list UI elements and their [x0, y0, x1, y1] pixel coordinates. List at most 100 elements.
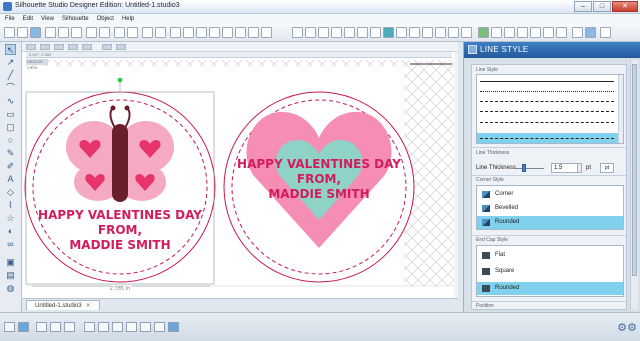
- menu-silhouette[interactable]: Silhouette: [62, 14, 89, 24]
- duplicate-icon[interactable]: [18, 322, 29, 332]
- line-style-dash-dot[interactable]: [480, 122, 614, 123]
- line-style-active-icon[interactable]: [383, 27, 394, 38]
- fill-tool-icon[interactable]: ◐: [5, 226, 16, 237]
- register-icon[interactable]: [517, 27, 528, 38]
- line-style-dashed-wide[interactable]: [480, 138, 614, 139]
- fill-color-icon[interactable]: [318, 27, 329, 38]
- page-setup-icon[interactable]: [292, 27, 303, 38]
- cut-icon[interactable]: [45, 27, 56, 38]
- tab-close-icon[interactable]: ✕: [86, 303, 91, 309]
- rectangle-tool-icon[interactable]: ▭: [5, 109, 16, 120]
- preferences-gear-icon[interactable]: ⚙: [627, 321, 637, 334]
- corner-option-corner[interactable]: Corner: [477, 188, 623, 201]
- deselect-icon[interactable]: [155, 27, 166, 38]
- menu-help[interactable]: Help: [122, 14, 134, 24]
- line-thickness-input[interactable]: 1.5: [551, 163, 579, 173]
- select-tool-icon[interactable]: ↖: [5, 44, 16, 55]
- shape-tool-icon[interactable]: ☆: [5, 213, 16, 224]
- settings-gear-icon[interactable]: ⚙: [617, 321, 627, 334]
- line-thickness-spinner-icon[interactable]: [577, 163, 582, 173]
- end-cap-option-square[interactable]: Square: [477, 265, 623, 278]
- trace-icon[interactable]: [461, 27, 472, 38]
- polygon-tool-icon[interactable]: ⌒: [5, 83, 16, 94]
- replicate-icon[interactable]: [409, 27, 420, 38]
- panel-scroll-thumb[interactable]: [632, 64, 637, 276]
- text-tool-icon[interactable]: A: [5, 174, 16, 185]
- zoom-in-icon[interactable]: [170, 27, 181, 38]
- transform-icon[interactable]: [422, 27, 433, 38]
- help-toolbar-icon[interactable]: [600, 27, 611, 38]
- select-all-icon[interactable]: [142, 27, 153, 38]
- paste-icon[interactable]: [71, 27, 82, 38]
- line-style-solid[interactable]: [480, 81, 614, 82]
- group-icon[interactable]: [114, 27, 125, 38]
- move-icon[interactable]: [50, 322, 61, 332]
- line-style-dashed-long[interactable]: [480, 111, 614, 112]
- maximize-button[interactable]: □: [593, 1, 611, 12]
- quick-tool-6[interactable]: [102, 44, 112, 50]
- select-object-icon[interactable]: [4, 322, 15, 332]
- line-thickness-slider-handle[interactable]: [522, 164, 526, 172]
- align-center-icon[interactable]: [98, 322, 109, 332]
- line-style-icon[interactable]: [370, 27, 381, 38]
- line-tool-icon[interactable]: ╱: [5, 70, 16, 81]
- ellipse-tool-icon[interactable]: ○: [5, 135, 16, 146]
- quick-tool-1[interactable]: [26, 44, 36, 50]
- menu-view[interactable]: View: [41, 14, 54, 24]
- align-top-icon[interactable]: [126, 322, 137, 332]
- end-cap-option-rounded[interactable]: Rounded: [477, 282, 623, 295]
- zoom-page-icon[interactable]: [235, 27, 246, 38]
- line-style-dotted[interactable]: [480, 91, 614, 92]
- knife-tool-icon[interactable]: ⌇: [5, 200, 16, 211]
- canvas-vertical-scrollbar[interactable]: [454, 52, 458, 298]
- print-icon[interactable]: [543, 27, 554, 38]
- grid-icon[interactable]: [305, 27, 316, 38]
- close-button[interactable]: ✕: [612, 1, 638, 12]
- quick-tool-3[interactable]: [54, 44, 64, 50]
- copy-icon[interactable]: [58, 27, 69, 38]
- cut-settings-icon[interactable]: [504, 27, 515, 38]
- zoom-select-icon[interactable]: [196, 27, 207, 38]
- rounded-rect-icon[interactable]: ▢: [5, 122, 16, 133]
- design-canvas[interactable]: HAPPY VALENTINES DAY FROM, MADDIE SMITH …: [22, 52, 458, 298]
- gradient-icon[interactable]: [331, 27, 342, 38]
- unit-toggle-button[interactable]: pt: [600, 163, 614, 173]
- smooth-freehand-icon[interactable]: ✐: [5, 161, 16, 172]
- curve-tool-icon[interactable]: ∿: [5, 96, 16, 107]
- freehand-tool-icon[interactable]: ✎: [5, 148, 16, 159]
- eraser-tool-icon[interactable]: ◇: [5, 187, 16, 198]
- quick-tool-4[interactable]: [68, 44, 78, 50]
- end-cap-option-flat[interactable]: Flat: [477, 249, 623, 262]
- ungroup-icon[interactable]: [127, 27, 138, 38]
- store-icon[interactable]: [491, 27, 502, 38]
- menu-object[interactable]: Object: [97, 14, 114, 24]
- globe-icon[interactable]: ◍: [5, 283, 16, 294]
- line-color-icon[interactable]: [357, 27, 368, 38]
- line-style-dashed[interactable]: [480, 101, 614, 102]
- weld-tool-icon[interactable]: ∞: [5, 239, 16, 250]
- modify-icon[interactable]: [435, 27, 446, 38]
- quick-tool-7[interactable]: [116, 44, 126, 50]
- send-to-icon[interactable]: [261, 27, 272, 38]
- library-icon[interactable]: [478, 27, 489, 38]
- design-view-icon[interactable]: ▤: [5, 270, 16, 281]
- tab-untitled-1[interactable]: Untitled-1.studio3 ✕: [26, 300, 100, 310]
- pattern-icon[interactable]: [344, 27, 355, 38]
- open-icon[interactable]: [17, 27, 28, 38]
- corner-option-bevelled[interactable]: Bevelled: [477, 202, 623, 215]
- bring-front-icon[interactable]: [168, 322, 179, 332]
- send-to-silhouette-icon[interactable]: [530, 27, 541, 38]
- align-left-icon[interactable]: [84, 322, 95, 332]
- print-cut-icon[interactable]: [556, 27, 567, 38]
- corner-option-rounded[interactable]: Rounded: [477, 216, 623, 229]
- line-style-list-scrollbar[interactable]: [618, 75, 623, 143]
- panel-scrollbar[interactable]: [630, 60, 638, 310]
- edit-points-icon[interactable]: ↗: [5, 57, 16, 68]
- text-style-icon[interactable]: [396, 27, 407, 38]
- menu-edit[interactable]: Edit: [23, 14, 33, 24]
- group-bottom-icon[interactable]: [64, 322, 75, 332]
- line-thickness-slider-track[interactable]: [514, 168, 544, 169]
- undo-icon[interactable]: [86, 27, 97, 38]
- settings-toolbar-icon[interactable]: [572, 27, 583, 38]
- pan-icon[interactable]: [222, 27, 233, 38]
